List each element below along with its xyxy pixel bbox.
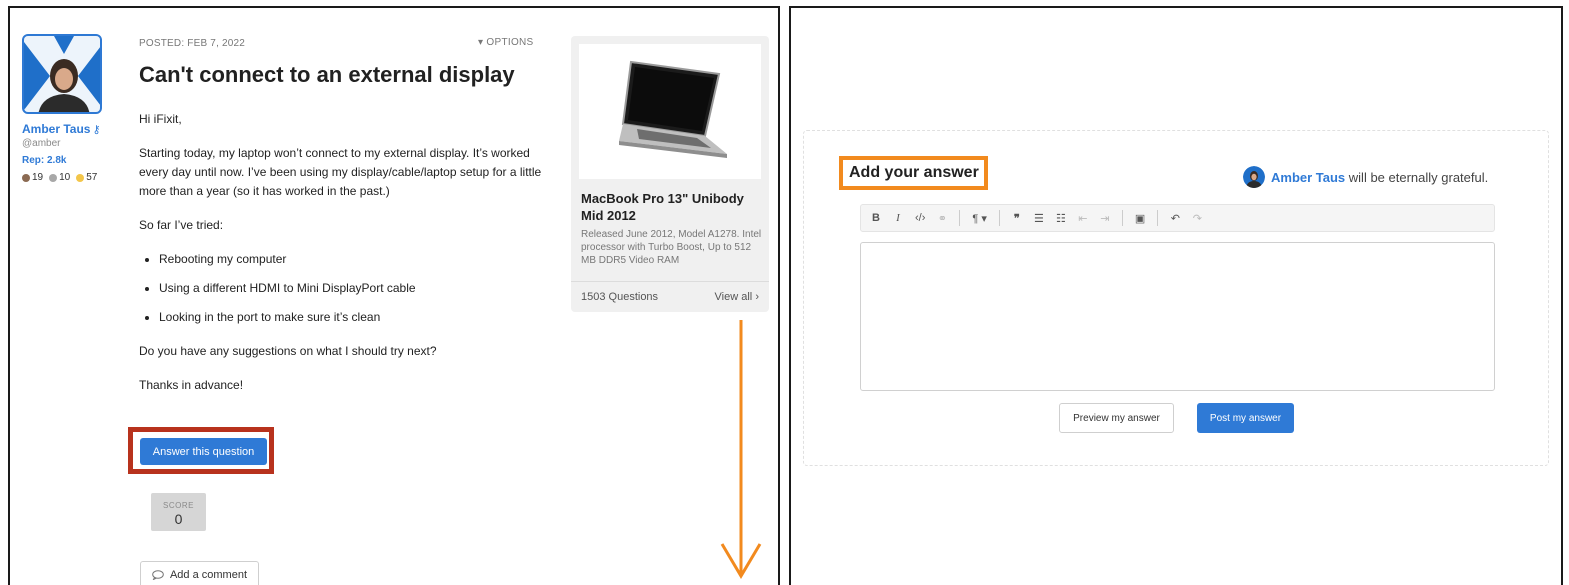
scroll-down-arrow-icon — [720, 320, 762, 579]
key-icon: ⚷ — [92, 124, 101, 136]
toolbar-separator — [959, 210, 961, 226]
grateful-author-link[interactable]: Amber Taus — [1271, 170, 1345, 185]
image-icon[interactable]: ▣ — [1135, 212, 1145, 225]
author-mini-avatar — [1243, 166, 1265, 188]
question-paragraph: So far I’ve tried: — [139, 218, 224, 232]
questions-count[interactable]: 1503 Questions — [581, 291, 658, 303]
gold-badge-icon — [76, 173, 85, 182]
laptop-image — [619, 60, 727, 158]
options-menu[interactable]: ▾ OPTIONS — [478, 37, 534, 48]
author-name[interactable]: Amber Taus ⚷ — [22, 122, 101, 136]
outdent-icon[interactable]: ⇤ — [1078, 212, 1088, 225]
score-box: SCORE 0 — [151, 493, 206, 531]
device-image — [579, 44, 761, 179]
question-closing: Thanks in advance! — [139, 378, 244, 392]
post-answer-button[interactable]: Post my answer — [1197, 403, 1294, 433]
author-rep: Rep: 2.8k — [22, 155, 67, 166]
question-paragraph: Do you have any suggestions on what I sh… — [139, 344, 437, 358]
avatar-photo — [24, 36, 100, 112]
quote-icon[interactable]: ❞ — [1012, 212, 1022, 225]
caret-down-icon: ▾ — [478, 37, 484, 48]
add-answer-title: Add your answer — [849, 164, 979, 181]
mini-avatar-photo — [1243, 166, 1265, 188]
gold-badge: 57 — [76, 172, 97, 183]
answer-panel: Add your answer Amber Taus will be etern… — [789, 6, 1563, 585]
score-label: SCORE — [163, 501, 194, 510]
undo-icon[interactable]: ↶ — [1170, 212, 1180, 225]
device-footer: 1503 Questions View all › — [571, 281, 769, 312]
bronze-badge-icon — [22, 173, 30, 182]
paragraph-icon[interactable]: ¶ ▾ — [972, 212, 987, 225]
question-greeting: Hi iFixit, — [139, 112, 182, 126]
bold-icon[interactable]: B — [871, 212, 881, 224]
author-handle: @amber — [22, 138, 61, 149]
view-all-link[interactable]: View all › — [715, 291, 759, 303]
question-title: Can't connect to an external display — [139, 62, 515, 87]
add-comment-button[interactable]: Add a comment — [140, 561, 259, 585]
italic-icon[interactable]: I — [893, 212, 903, 224]
silver-badge: 10 — [49, 172, 70, 183]
link-icon[interactable]: ⚭ — [937, 212, 947, 225]
grateful-line: Amber Taus will be eternally grateful. — [1243, 166, 1488, 188]
grateful-text: will be eternally grateful. — [1345, 169, 1489, 185]
posted-date: POSTED: FEB 7, 2022 — [139, 38, 246, 49]
indent-icon[interactable]: ⇥ — [1100, 212, 1110, 225]
list-item: Using a different HDMI to Mini DisplayPo… — [159, 279, 559, 298]
comment-icon — [152, 570, 164, 580]
question-paragraph: Starting today, my laptop won’t connect … — [139, 146, 542, 198]
editor-toolbar: B I ‹/› ⚭ ¶ ▾ ❞ ☰ ☷ ⇤ ⇥ ▣ ↶ ↷ — [860, 204, 1495, 232]
preview-answer-button[interactable]: Preview my answer — [1059, 403, 1174, 433]
chevron-right-icon: › — [755, 291, 759, 303]
answer-question-button[interactable]: Answer this question — [140, 438, 267, 465]
bronze-badge: 19 — [22, 172, 43, 183]
code-icon[interactable]: ‹/› — [915, 212, 925, 224]
list-item: Looking in the port to make sure it’s cl… — [159, 308, 559, 327]
question-body: Hi iFixit, Starting today, my laptop won… — [139, 110, 559, 410]
answer-editor[interactable] — [860, 242, 1495, 391]
bullet-list-icon[interactable]: ☰ — [1034, 212, 1044, 225]
device-card[interactable]: MacBook Pro 13" Unibody Mid 2012 Release… — [571, 36, 769, 312]
author-badges: 19 10 57 — [22, 172, 97, 183]
tried-list: Rebooting my computer Using a different … — [159, 250, 559, 327]
question-panel: Amber Taus ⚷ @amber Rep: 2.8k 19 10 57 PO… — [8, 6, 780, 585]
toolbar-separator — [1157, 210, 1159, 226]
author-avatar[interactable] — [22, 34, 102, 114]
toolbar-separator — [1121, 210, 1123, 226]
device-description: Released June 2012, Model A1278. Intel p… — [581, 229, 762, 266]
score-value: 0 — [174, 511, 183, 527]
device-name[interactable]: MacBook Pro 13" Unibody Mid 2012 — [581, 190, 761, 224]
numbered-list-icon[interactable]: ☷ — [1056, 212, 1066, 225]
list-item: Rebooting my computer — [159, 250, 559, 269]
redo-icon[interactable]: ↷ — [1192, 212, 1202, 225]
toolbar-separator — [998, 210, 1000, 226]
silver-badge-icon — [49, 173, 58, 182]
